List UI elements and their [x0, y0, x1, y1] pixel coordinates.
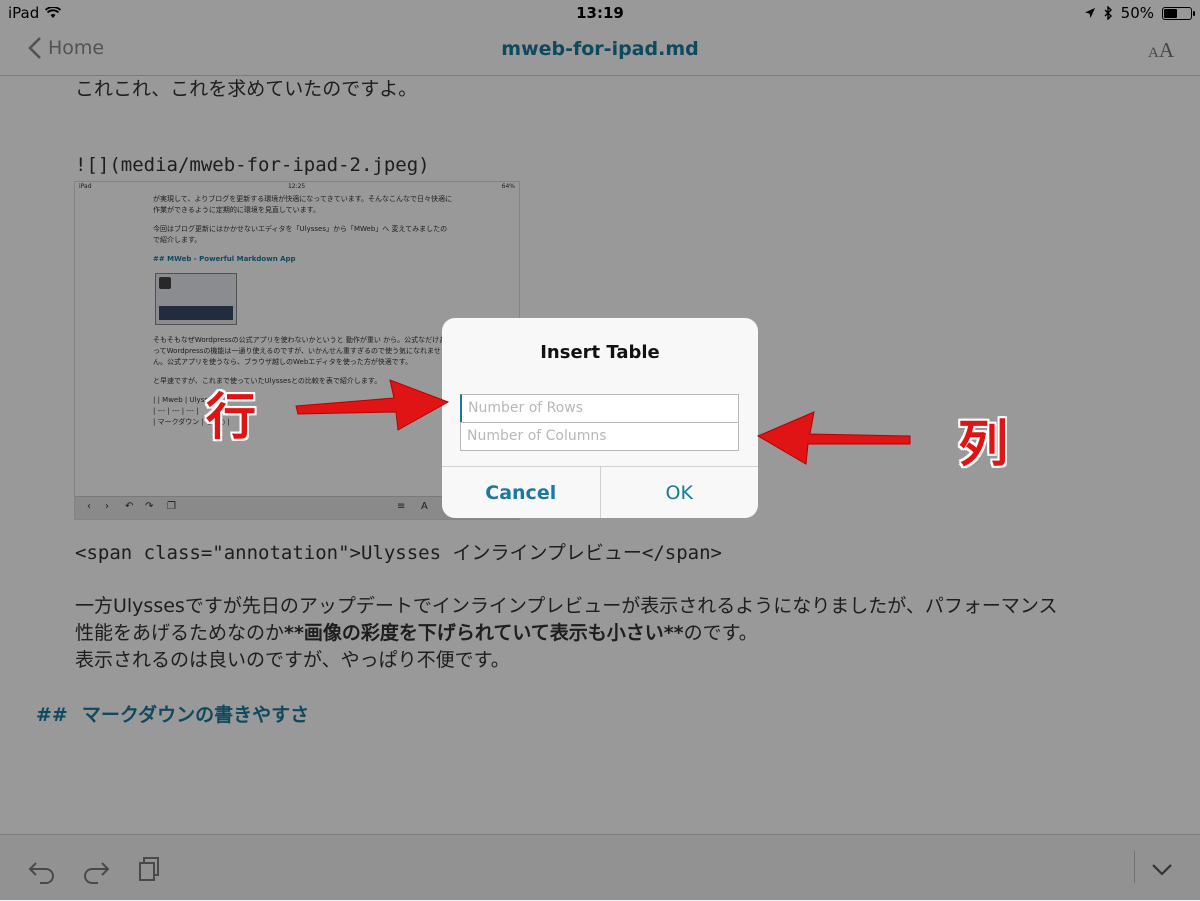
rows-arrow-icon	[295, 379, 450, 431]
columns-field[interactable]	[460, 422, 739, 451]
dialog-title: Insert Table	[540, 342, 660, 363]
dialog-buttons: Cancel OK	[442, 466, 758, 518]
columns-annotation-label: 列	[958, 415, 1008, 473]
rows-field[interactable]	[460, 394, 739, 423]
columns-arrow-icon	[756, 411, 911, 465]
columns-input[interactable]	[467, 428, 732, 444]
rows-annotation-label: 行	[206, 388, 256, 446]
insert-table-dialog: Insert Table Cancel OK	[442, 318, 758, 518]
ok-button[interactable]: OK	[601, 467, 759, 518]
cancel-button[interactable]: Cancel	[442, 467, 601, 518]
rows-input[interactable]	[468, 400, 732, 416]
